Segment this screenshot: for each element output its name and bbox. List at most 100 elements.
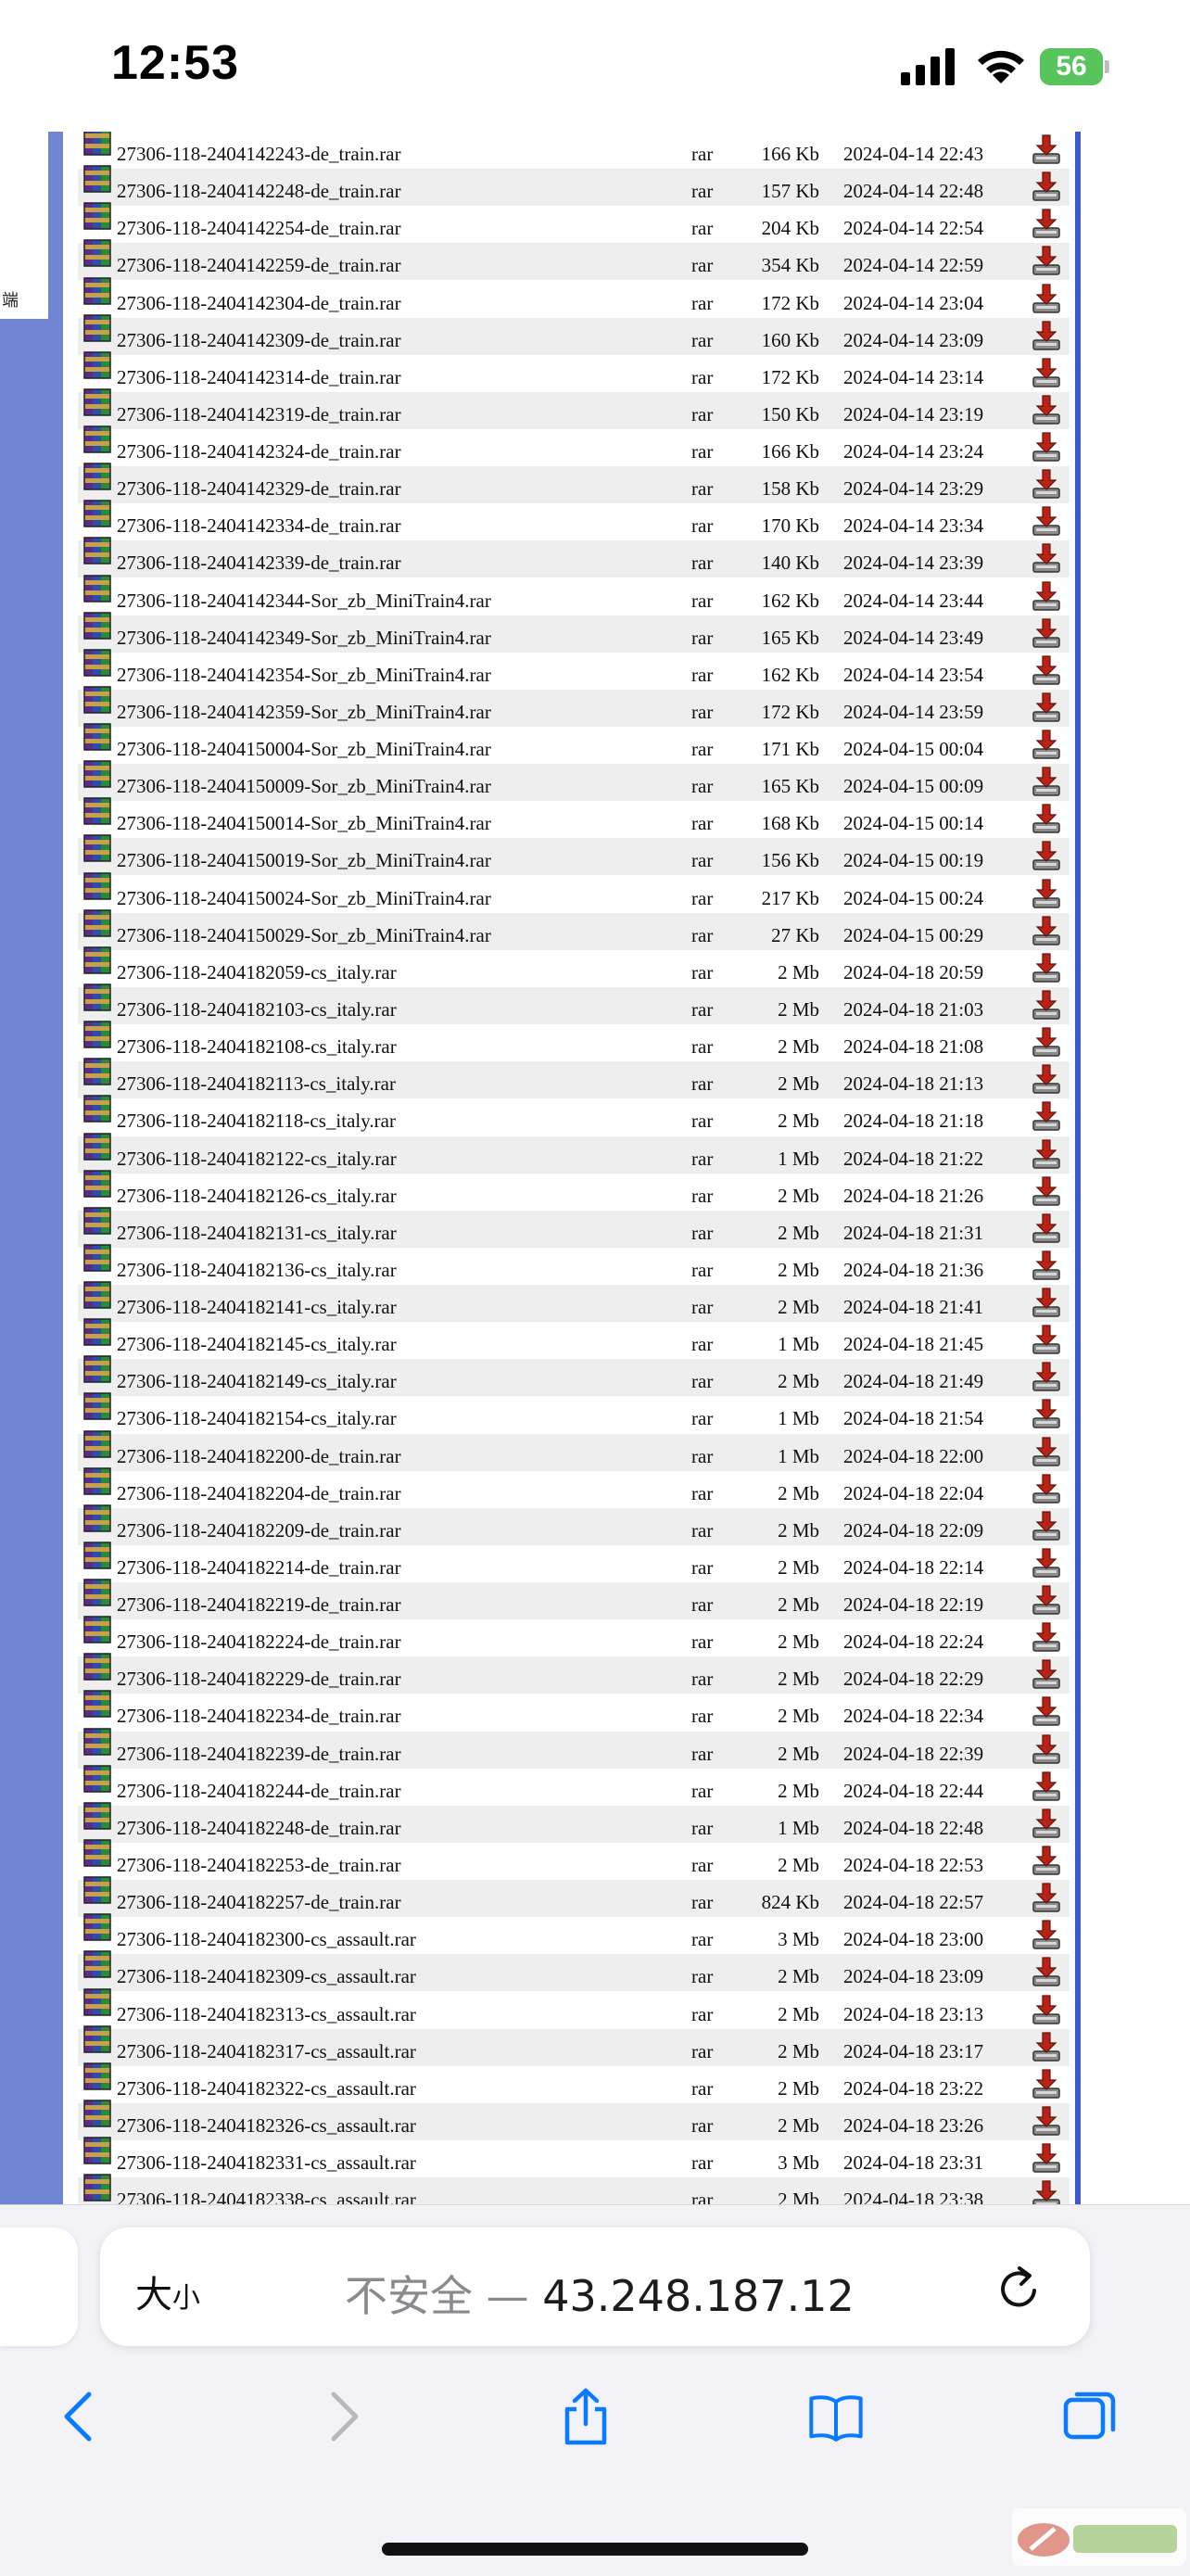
file-name-link[interactable]: 27306-118-2404182103-cs_italy.rar xyxy=(117,998,397,1022)
download-icon[interactable] xyxy=(1031,1361,1062,1394)
file-name-link[interactable]: 27306-118-2404142259-de_train.rar xyxy=(117,254,401,277)
file-name-link[interactable]: 27306-118-2404142243-de_train.rar xyxy=(117,143,401,166)
download-icon[interactable] xyxy=(1031,1882,1062,1915)
download-icon[interactable] xyxy=(1031,878,1062,911)
download-icon[interactable] xyxy=(1031,542,1062,576)
download-icon[interactable] xyxy=(1031,1621,1062,1655)
file-name-link[interactable]: 27306-118-2404142354-Sor_zb_MiniTrain4.r… xyxy=(117,664,491,687)
download-icon[interactable] xyxy=(1031,1510,1062,1543)
file-name-link[interactable]: 27306-118-2404182136-cs_italy.rar xyxy=(117,1259,397,1282)
file-name-link[interactable]: 27306-118-2404182338-cs_assault.rar xyxy=(117,2189,416,2204)
download-icon[interactable] xyxy=(1031,1808,1062,1841)
download-icon[interactable] xyxy=(1031,1138,1062,1172)
download-icon[interactable] xyxy=(1031,1026,1062,1060)
download-icon[interactable] xyxy=(1031,580,1062,614)
download-icon[interactable] xyxy=(1031,505,1062,539)
file-name-link[interactable]: 27306-118-2404182331-cs_assault.rar xyxy=(117,2151,416,2175)
file-name-link[interactable]: 27306-118-2404182234-de_train.rar xyxy=(117,1705,401,1728)
download-icon[interactable] xyxy=(1031,133,1062,167)
download-icon[interactable] xyxy=(1031,1436,1062,1469)
download-icon[interactable] xyxy=(1031,1845,1062,1878)
download-icon[interactable] xyxy=(1031,283,1062,316)
download-icon[interactable] xyxy=(1031,729,1062,762)
file-name-link[interactable]: 27306-118-2404182309-cs_assault.rar xyxy=(117,1965,416,1988)
file-name-link[interactable]: 27306-118-2404182313-cs_assault.rar xyxy=(117,2003,416,2026)
download-icon[interactable] xyxy=(1031,2105,1062,2138)
file-name-link[interactable]: 27306-118-2404182059-cs_italy.rar xyxy=(117,961,397,984)
download-icon[interactable] xyxy=(1031,952,1062,985)
file-name-link[interactable]: 27306-118-2404182322-cs_assault.rar xyxy=(117,2077,416,2100)
file-name-link[interactable]: 27306-118-2404150004-Sor_zb_MiniTrain4.r… xyxy=(117,738,491,761)
file-name-link[interactable]: 27306-118-2404182300-cs_assault.rar xyxy=(117,1928,416,1951)
download-icon[interactable] xyxy=(1031,1287,1062,1320)
download-icon[interactable] xyxy=(1031,171,1062,204)
file-name-link[interactable]: 27306-118-2404182317-cs_assault.rar xyxy=(117,2040,416,2063)
file-name-link[interactable]: 27306-118-2404182257-de_train.rar xyxy=(117,1891,401,1914)
download-icon[interactable] xyxy=(1031,245,1062,278)
file-name-link[interactable]: 27306-118-2404182244-de_train.rar xyxy=(117,1780,401,1803)
file-name-link[interactable]: 27306-118-2404182126-cs_italy.rar xyxy=(117,1185,397,1208)
file-name-link[interactable]: 27306-118-2404182229-de_train.rar xyxy=(117,1668,401,1691)
side-tab[interactable]: 端 xyxy=(0,132,48,319)
reload-icon[interactable] xyxy=(995,2263,1044,2313)
download-icon[interactable] xyxy=(1031,208,1062,241)
download-icon[interactable] xyxy=(1031,357,1062,390)
download-icon[interactable] xyxy=(1031,1584,1062,1618)
download-icon[interactable] xyxy=(1031,394,1062,427)
download-icon[interactable] xyxy=(1031,1956,1062,1989)
file-name-link[interactable]: 27306-118-2404142334-de_train.rar xyxy=(117,514,401,538)
download-icon[interactable] xyxy=(1031,468,1062,501)
file-name-link[interactable]: 27306-118-2404142314-de_train.rar xyxy=(117,366,401,389)
file-name-link[interactable]: 27306-118-2404182224-de_train.rar xyxy=(117,1631,401,1654)
file-name-link[interactable]: 27306-118-2404150014-Sor_zb_MiniTrain4.r… xyxy=(117,812,491,835)
download-icon[interactable] xyxy=(1031,915,1062,948)
file-name-link[interactable]: 27306-118-2404182326-cs_assault.rar xyxy=(117,2114,416,2138)
file-name-link[interactable]: 27306-118-2404142248-de_train.rar xyxy=(117,180,401,203)
file-name-link[interactable]: 27306-118-2404182219-de_train.rar xyxy=(117,1593,401,1617)
download-icon[interactable] xyxy=(1031,1770,1062,1804)
url-text[interactable]: 不安全 — 43.248.187.12 xyxy=(345,2263,855,2324)
download-icon[interactable] xyxy=(1031,2179,1062,2204)
file-name-link[interactable]: 27306-118-2404182118-cs_italy.rar xyxy=(117,1110,396,1133)
file-name-link[interactable]: 27306-118-2404142254-de_train.rar xyxy=(117,217,401,240)
file-name-link[interactable]: 27306-118-2404182200-de_train.rar xyxy=(117,1445,401,1468)
bookmarks-icon[interactable] xyxy=(806,2387,866,2446)
download-icon[interactable] xyxy=(1031,2068,1062,2101)
download-icon[interactable] xyxy=(1031,1212,1062,1246)
file-name-link[interactable]: 27306-118-2404150029-Sor_zb_MiniTrain4.r… xyxy=(117,924,491,947)
file-name-link[interactable]: 27306-118-2404182131-cs_italy.rar xyxy=(117,1222,397,1245)
share-icon[interactable] xyxy=(556,2387,615,2446)
file-name-link[interactable]: 27306-118-2404182154-cs_italy.rar xyxy=(117,1407,397,1430)
download-icon[interactable] xyxy=(1031,803,1062,836)
download-icon[interactable] xyxy=(1031,431,1062,464)
forward-icon[interactable] xyxy=(311,2387,371,2446)
download-icon[interactable] xyxy=(1031,1994,1062,2027)
file-name-link[interactable]: 27306-118-2404142329-de_train.rar xyxy=(117,477,401,501)
download-icon[interactable] xyxy=(1031,840,1062,873)
file-name-link[interactable]: 27306-118-2404182214-de_train.rar xyxy=(117,1556,401,1580)
file-name-link[interactable]: 27306-118-2404182204-de_train.rar xyxy=(117,1482,401,1505)
download-icon[interactable] xyxy=(1031,692,1062,725)
download-icon[interactable] xyxy=(1031,1324,1062,1357)
download-icon[interactable] xyxy=(1031,1919,1062,1952)
file-name-link[interactable]: 27306-118-2404150009-Sor_zb_MiniTrain4.r… xyxy=(117,775,491,798)
file-name-link[interactable]: 27306-118-2404142349-Sor_zb_MiniTrain4.r… xyxy=(117,627,491,650)
address-bar[interactable]: 大小 不安全 — 43.248.187.12 xyxy=(100,2227,1090,2346)
download-icon[interactable] xyxy=(1031,766,1062,799)
download-icon[interactable] xyxy=(1031,1547,1062,1580)
file-name-link[interactable]: 27306-118-2404182108-cs_italy.rar xyxy=(117,1035,397,1059)
download-icon[interactable] xyxy=(1031,2031,1062,2064)
previous-tab-peek[interactable] xyxy=(0,2227,78,2346)
file-name-link[interactable]: 27306-118-2404182209-de_train.rar xyxy=(117,1519,401,1542)
file-name-link[interactable]: 27306-118-2404150024-Sor_zb_MiniTrain4.r… xyxy=(117,887,491,910)
download-icon[interactable] xyxy=(1031,2142,1062,2176)
tabs-icon[interactable] xyxy=(1060,2387,1120,2446)
download-icon[interactable] xyxy=(1031,1733,1062,1767)
download-icon[interactable] xyxy=(1031,1398,1062,1431)
page-settings-button[interactable]: 大小 xyxy=(135,2265,200,2318)
file-name-link[interactable]: 27306-118-2404150019-Sor_zb_MiniTrain4.r… xyxy=(117,849,491,872)
file-name-link[interactable]: 27306-118-2404142359-Sor_zb_MiniTrain4.r… xyxy=(117,701,491,724)
file-name-link[interactable]: 27306-118-2404142324-de_train.rar xyxy=(117,440,401,463)
file-name-link[interactable]: 27306-118-2404182149-cs_italy.rar xyxy=(117,1370,397,1393)
download-icon[interactable] xyxy=(1031,1175,1062,1209)
